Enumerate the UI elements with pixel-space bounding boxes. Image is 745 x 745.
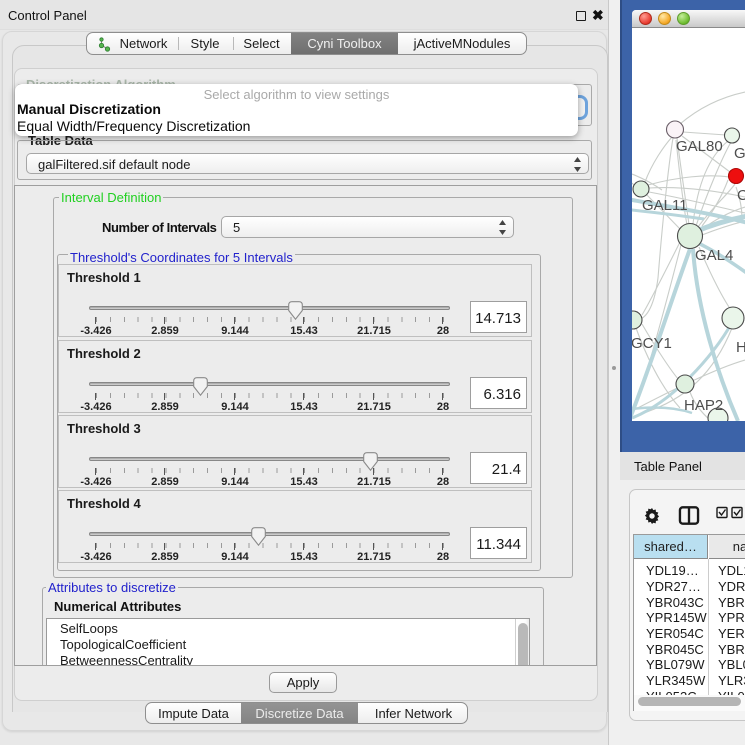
svg-text:H: H: [736, 339, 745, 356]
svg-text:GAL11: GAL11: [642, 197, 688, 214]
svg-text:GA: GA: [734, 145, 745, 162]
svg-text:GCY1: GCY1: [632, 335, 672, 352]
svg-text:C: C: [737, 187, 745, 204]
svg-text:HAP2: HAP2: [684, 397, 723, 414]
svg-text:GAL80: GAL80: [676, 138, 723, 155]
svg-text:GAL4: GAL4: [695, 247, 733, 264]
